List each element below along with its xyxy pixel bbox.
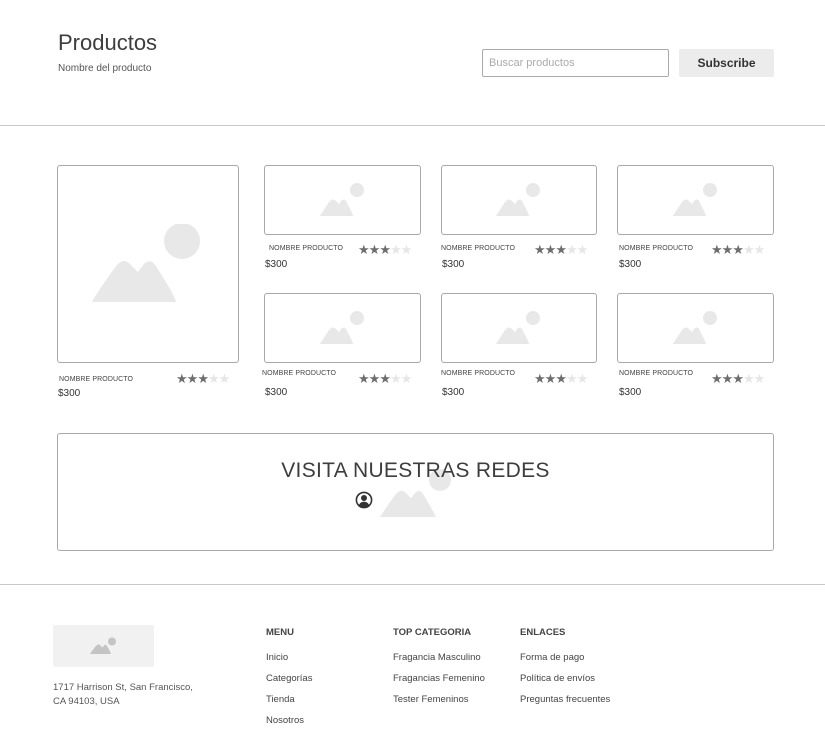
product-name: NOMBRE PRODUCTO xyxy=(269,245,344,252)
subscribe-button[interactable]: Subscribe xyxy=(679,49,774,77)
footer-categories-heading: TOP CATEGORIA xyxy=(393,627,472,638)
footer-divider xyxy=(0,584,825,585)
footer-menu-heading: MENU xyxy=(266,627,294,638)
product-image[interactable] xyxy=(264,293,421,363)
product-image[interactable] xyxy=(617,165,774,235)
image-placeholder-icon xyxy=(319,311,364,344)
product-name: NOMBRE PRODUCTO xyxy=(619,370,694,377)
footer-link-categorias[interactable]: Categorías xyxy=(266,673,312,684)
product-name: NOMBRE PRODUCTO xyxy=(441,245,516,252)
user-circle-icon[interactable] xyxy=(355,491,373,509)
address-line: CA 94103, USA xyxy=(53,696,120,707)
product-name: NOMBRE PRODUCTO xyxy=(619,245,694,252)
star-rating: ★★★★★ xyxy=(711,371,765,386)
footer-link-inicio[interactable]: Inicio xyxy=(266,652,288,663)
footer-logo xyxy=(53,625,154,667)
footer-link-tester-femeninos[interactable]: Tester Femeninos xyxy=(393,694,469,705)
product-image[interactable] xyxy=(617,293,774,363)
star-rating: ★★★★★ xyxy=(534,371,588,386)
footer-link-fragancia-masculino[interactable]: Fragancia Masculino xyxy=(393,652,481,663)
page-subtitle: Nombre del producto xyxy=(58,63,152,74)
product-image[interactable] xyxy=(57,165,239,363)
image-placeholder-icon xyxy=(672,183,717,216)
page-title: Productos xyxy=(58,30,158,55)
star-rating: ★★★★★ xyxy=(358,371,412,386)
image-placeholder-icon xyxy=(496,311,540,344)
product-name: NOMBRE PRODUCTO xyxy=(262,370,337,377)
product-price: $300 xyxy=(619,259,642,270)
product-price: $300 xyxy=(442,387,465,398)
footer-link-forma-de-pago[interactable]: Forma de pago xyxy=(520,652,584,663)
product-price: $300 xyxy=(265,259,288,270)
footer-address: 1717 Harrison St, San Francisco, CA 9410… xyxy=(53,681,213,709)
image-placeholder-icon xyxy=(496,183,540,216)
star-rating: ★★★★★ xyxy=(358,242,412,257)
footer-link-nosotros[interactable]: Nosotros xyxy=(266,715,304,726)
product-price: $300 xyxy=(619,387,642,398)
image-placeholder-icon xyxy=(89,637,116,654)
address-line: 1717 Harrison St, San Francisco, xyxy=(53,682,193,693)
social-title: VISITA NUESTRAS REDES xyxy=(281,459,550,482)
product-image[interactable] xyxy=(441,293,597,363)
product-price: $300 xyxy=(58,388,81,399)
product-name: NOMBRE PRODUCTO xyxy=(59,376,134,383)
footer-link-fragancias-femenino[interactable]: Fragancias Femenino xyxy=(393,673,485,684)
product-name: NOMBRE PRODUCTO xyxy=(441,370,516,377)
footer-links-heading: ENLACES xyxy=(520,627,566,638)
product-price: $300 xyxy=(442,259,465,270)
product-price: $300 xyxy=(265,387,288,398)
footer-link-tienda[interactable]: Tienda xyxy=(266,694,295,705)
image-placeholder-icon xyxy=(92,224,200,302)
image-placeholder-icon xyxy=(672,311,717,344)
star-rating: ★★★★★ xyxy=(176,371,230,386)
product-image[interactable] xyxy=(441,165,597,235)
image-placeholder-icon xyxy=(319,183,364,216)
star-rating: ★★★★★ xyxy=(711,242,765,257)
search-input[interactable] xyxy=(482,49,669,77)
star-rating: ★★★★★ xyxy=(534,242,588,257)
product-image[interactable] xyxy=(264,165,421,235)
footer-link-preguntas-frecuentes[interactable]: Preguntas frecuentes xyxy=(520,694,610,705)
header-divider xyxy=(0,125,825,126)
footer-link-politica-envios[interactable]: Política de envíos xyxy=(520,673,595,684)
